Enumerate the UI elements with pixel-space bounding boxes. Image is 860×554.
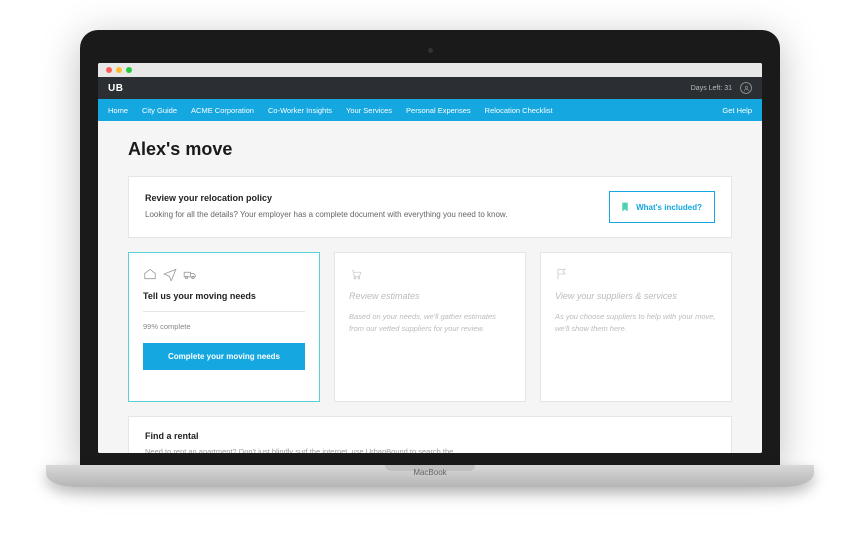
- step-card-view-suppliers: View your suppliers & services As you ch…: [540, 252, 732, 402]
- rental-card: Find a rental Need to rent an apartment?…: [128, 416, 732, 453]
- window-chrome: [98, 63, 762, 77]
- nav-personal-expenses[interactable]: Personal Expenses: [406, 106, 471, 115]
- whats-included-button[interactable]: What's included?: [609, 191, 715, 223]
- truck-icon: [183, 267, 197, 281]
- nav-acme-corporation[interactable]: ACME Corporation: [191, 106, 254, 115]
- policy-title: Review your relocation policy: [145, 193, 589, 203]
- bookmark-icon: [620, 200, 630, 214]
- step-progress: 99% complete: [143, 322, 305, 331]
- maximize-icon[interactable]: [126, 67, 132, 73]
- nav-home[interactable]: Home: [108, 106, 128, 115]
- avatar-icon[interactable]: [740, 82, 752, 94]
- nav-your-services[interactable]: Your Services: [346, 106, 392, 115]
- step-title: Tell us your moving needs: [143, 291, 305, 301]
- complete-moving-needs-button[interactable]: Complete your moving needs: [143, 343, 305, 370]
- logo[interactable]: UB: [108, 83, 123, 94]
- step-body: As you choose suppliers to help with you…: [555, 311, 717, 335]
- nav-get-help[interactable]: Get Help: [722, 106, 752, 115]
- whats-included-label: What's included?: [636, 203, 702, 212]
- laptop-base: MacBook: [46, 465, 814, 487]
- house-icon: [143, 267, 157, 281]
- minimize-icon[interactable]: [116, 67, 122, 73]
- policy-body: Looking for all the details? Your employ…: [145, 209, 589, 221]
- step-title: Review estimates: [349, 291, 511, 301]
- rental-body: Need to rent an apartment? Don't just bl…: [145, 447, 715, 453]
- navbar: Home City Guide ACME Corporation Co-Work…: [98, 99, 762, 121]
- rental-title: Find a rental: [145, 431, 715, 441]
- cart-icon: [349, 267, 363, 281]
- divider: [143, 311, 305, 312]
- step-card-moving-needs[interactable]: Tell us your moving needs 99% complete C…: [128, 252, 320, 402]
- topbar: UB Days Left: 31: [98, 77, 762, 99]
- nav-coworker-insights[interactable]: Co-Worker Insights: [268, 106, 332, 115]
- step-title: View your suppliers & services: [555, 291, 717, 301]
- nav-city-guide[interactable]: City Guide: [142, 106, 177, 115]
- device-label: MacBook: [46, 468, 814, 477]
- page-title: Alex's move: [128, 139, 732, 160]
- close-icon[interactable]: [106, 67, 112, 73]
- policy-card: Review your relocation policy Looking fo…: [128, 176, 732, 238]
- step-body: Based on your needs, we'll gather estima…: [349, 311, 511, 335]
- days-left-label: Days Left: 31: [691, 85, 732, 92]
- plane-icon: [163, 267, 177, 281]
- flag-icon: [555, 267, 569, 281]
- step-card-review-estimates: Review estimates Based on your needs, we…: [334, 252, 526, 402]
- nav-relocation-checklist[interactable]: Relocation Checklist: [485, 106, 553, 115]
- content-area: Alex's move Review your relocation polic…: [98, 121, 762, 453]
- camera-dot: [428, 48, 433, 53]
